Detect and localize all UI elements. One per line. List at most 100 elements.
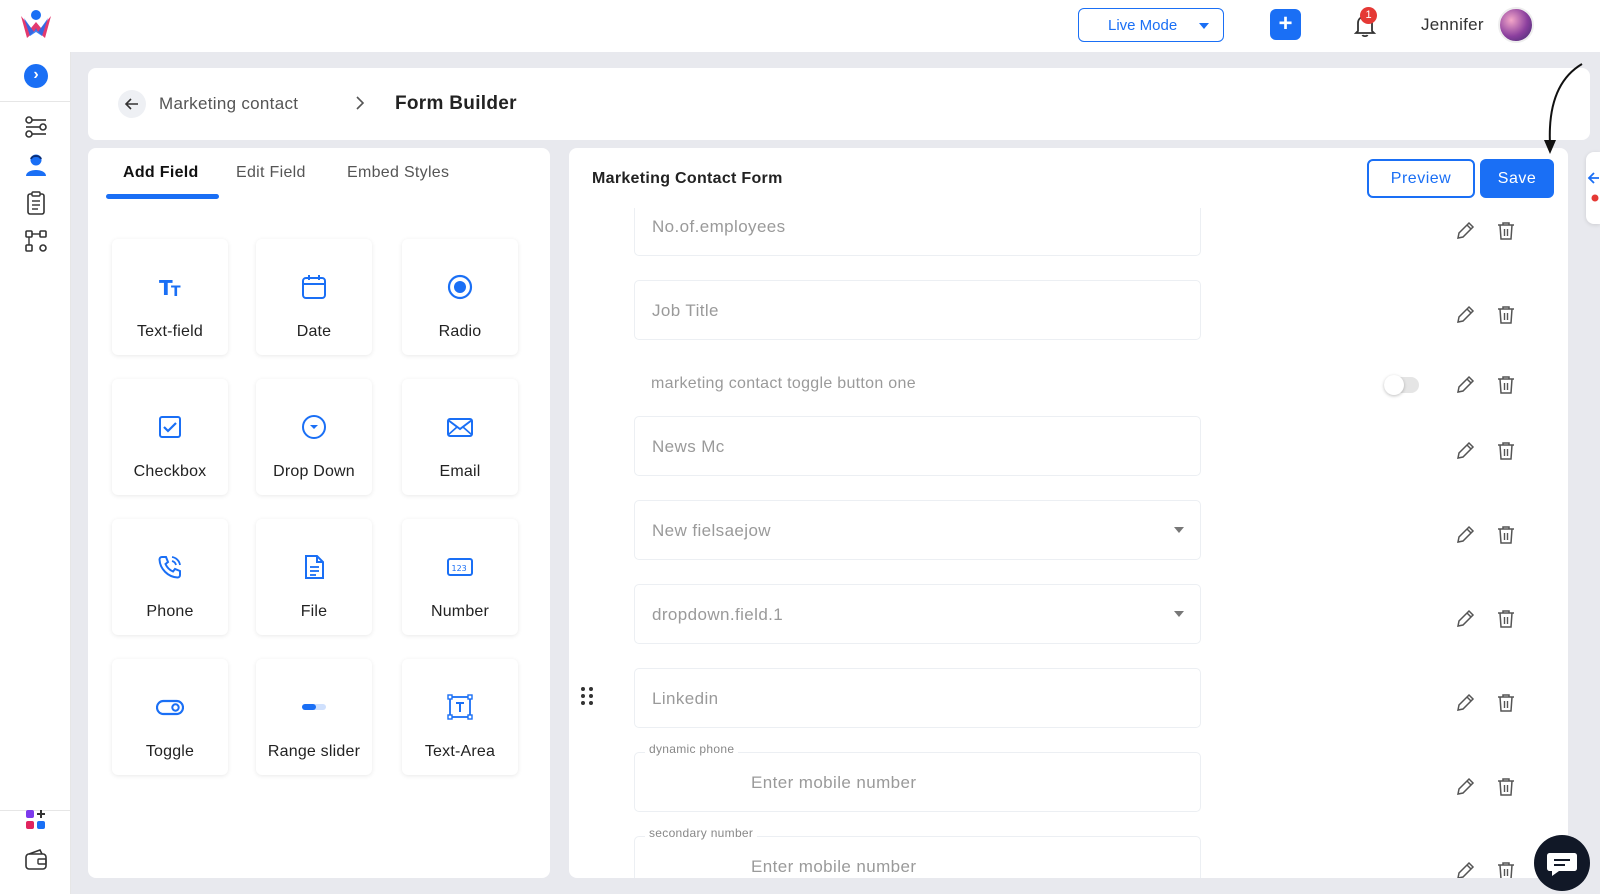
slider-icon [302, 704, 326, 710]
top-bar: Live Mode + 1 Jennifer [0, 0, 1600, 52]
field-label: secondary number [645, 826, 758, 840]
toggle-switch[interactable] [1384, 375, 1419, 395]
field-option-range-slider[interactable]: Range slider [256, 659, 372, 775]
form-field-dropdown[interactable]: dropdown.field.1 [634, 584, 1201, 644]
user-name[interactable]: Jennifer [1421, 15, 1484, 35]
field-option-date[interactable]: Date [256, 239, 372, 355]
trash-icon[interactable] [1495, 440, 1517, 462]
add-new-button[interactable]: + [1270, 9, 1301, 40]
text-icon: T T [159, 276, 181, 300]
checkbox-icon [159, 416, 181, 438]
edit-icon[interactable] [1454, 692, 1476, 714]
divider [0, 101, 71, 102]
edit-icon[interactable] [1454, 776, 1476, 798]
trash-icon[interactable] [1495, 692, 1517, 714]
field-placeholder: marketing contact toggle button one [651, 375, 916, 392]
form-title: Marketing Contact Form [592, 170, 783, 187]
drag-handle-icon[interactable] [579, 686, 595, 706]
field-option-radio[interactable]: Radio [402, 239, 518, 355]
field-option-text-field[interactable]: T T Text-field [112, 239, 228, 355]
workflow-icon[interactable] [23, 228, 49, 254]
pipelines-icon[interactable] [23, 114, 49, 140]
edit-icon[interactable] [1454, 860, 1476, 878]
form-field-phone[interactable]: Enter mobile number [634, 836, 1201, 878]
radio-icon [447, 274, 473, 300]
chevron-down-icon [1199, 23, 1209, 29]
form-field-toggle[interactable]: marketing contact toggle button one [634, 365, 1434, 405]
form-field-input[interactable]: Job Title [634, 280, 1201, 340]
trash-icon[interactable] [1495, 524, 1517, 546]
apps-icon[interactable] [23, 807, 49, 833]
app-logo-icon[interactable] [18, 8, 54, 44]
mode-select[interactable]: Live Mode [1078, 8, 1224, 42]
field-option-label: Email [439, 463, 481, 480]
edit-icon[interactable] [1454, 608, 1476, 630]
textarea-icon [447, 694, 473, 720]
phone-icon [158, 556, 181, 579]
trash-icon[interactable] [1495, 374, 1517, 396]
field-option-phone[interactable]: Phone [112, 519, 228, 635]
trash-icon[interactable] [1495, 860, 1517, 878]
field-option-toggle[interactable]: Toggle [112, 659, 228, 775]
field-label: dynamic phone [645, 742, 739, 756]
field-placeholder: New fielsaejow [652, 521, 771, 540]
expand-sidebar-button[interactable]: › [24, 64, 48, 88]
field-option-text-area[interactable]: Text-Area [402, 659, 518, 775]
field-option-label: Toggle [145, 743, 195, 760]
avatar[interactable] [1498, 7, 1534, 43]
arrow-left-icon [1587, 172, 1599, 202]
form-canvas-panel: Marketing Contact Form Preview Save No.o… [569, 148, 1568, 878]
field-palette-panel: Add Field Edit Field Embed Styles T T Te… [88, 148, 550, 878]
preview-button[interactable]: Preview [1367, 159, 1475, 198]
forms-icon[interactable] [23, 190, 49, 216]
save-button[interactable]: Save [1480, 159, 1554, 198]
annotation-arrow-icon [1544, 63, 1583, 154]
field-option-label: Checkbox [133, 463, 207, 480]
field-option-checkbox[interactable]: Checkbox [112, 379, 228, 495]
file-icon [305, 555, 324, 579]
form-fields-list[interactable]: No.of.employees Job Title marketing cont… [569, 208, 1568, 878]
trash-icon[interactable] [1495, 220, 1517, 242]
field-placeholder: Enter mobile number [751, 857, 917, 876]
tab-add-field[interactable]: Add Field [123, 164, 199, 182]
wallet-icon[interactable] [23, 847, 49, 873]
field-option-dropdown[interactable]: Drop Down [256, 379, 372, 495]
form-field-dropdown[interactable]: New fielsaejow [634, 500, 1201, 560]
field-placeholder: Enter mobile number [751, 773, 917, 792]
field-placeholder: dropdown.field.1 [652, 605, 784, 624]
edit-icon[interactable] [1454, 304, 1476, 326]
active-tab-indicator [106, 194, 219, 199]
left-sidebar: › [0, 52, 71, 894]
breadcrumb: Marketing contact Form Builder [88, 68, 1590, 140]
back-button[interactable] [118, 90, 146, 118]
notification-badge: 1 [1360, 7, 1377, 24]
field-option-file[interactable]: File [256, 519, 372, 635]
field-option-email[interactable]: Email [402, 379, 518, 495]
tab-embed-styles[interactable]: Embed Styles [347, 164, 449, 182]
trash-icon[interactable] [1495, 776, 1517, 798]
collapse-panel-tab[interactable] [1586, 152, 1600, 224]
toggle-icon [156, 699, 184, 716]
form-field-input[interactable]: No.of.employees [634, 208, 1201, 256]
form-field-input[interactable]: News Mc [634, 416, 1201, 476]
breadcrumb-parent-link[interactable]: Marketing contact [159, 94, 298, 114]
email-icon [447, 418, 473, 437]
field-placeholder: News Mc [652, 437, 725, 456]
dropdown-icon [302, 415, 326, 439]
field-option-number[interactable]: 123 Number [402, 519, 518, 635]
edit-icon[interactable] [1454, 220, 1476, 242]
number-icon: 123 [447, 558, 473, 576]
chat-icon [1547, 853, 1577, 876]
trash-icon[interactable] [1495, 608, 1517, 630]
page-title: Form Builder [395, 93, 517, 114]
contacts-icon[interactable] [23, 152, 49, 178]
form-field-input[interactable]: Linkedin [634, 668, 1201, 728]
edit-icon[interactable] [1454, 524, 1476, 546]
tab-edit-field[interactable]: Edit Field [236, 164, 306, 182]
chat-button[interactable] [1534, 835, 1590, 891]
form-field-phone[interactable]: Enter mobile number [634, 752, 1201, 812]
field-option-label: Phone [146, 603, 194, 620]
trash-icon[interactable] [1495, 304, 1517, 326]
edit-icon[interactable] [1454, 374, 1476, 396]
edit-icon[interactable] [1454, 440, 1476, 462]
